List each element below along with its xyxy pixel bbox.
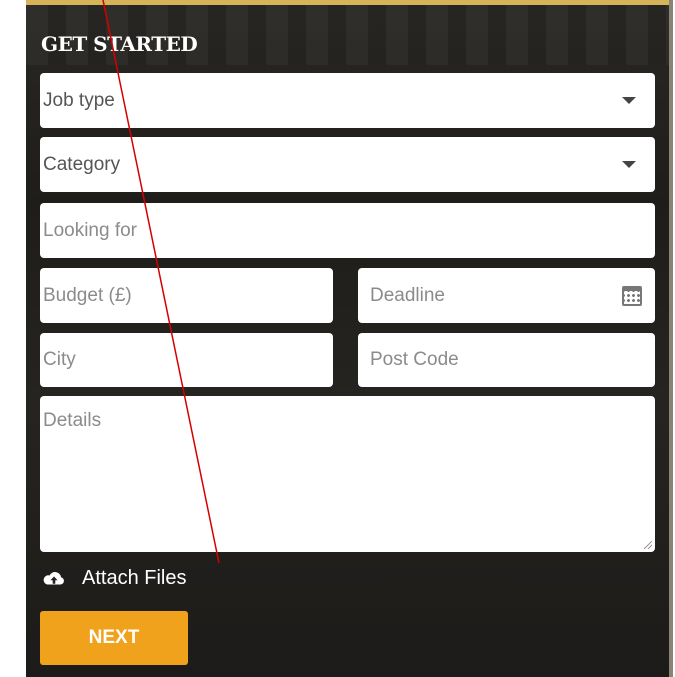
budget-input[interactable]: Budget (£): [40, 268, 333, 323]
panel-right-border: [669, 0, 673, 677]
attach-files-link[interactable]: Attach Files: [42, 567, 186, 590]
cloud-upload-icon: [43, 571, 64, 584]
details-textarea[interactable]: Details: [40, 396, 655, 552]
city-placeholder: City: [43, 349, 76, 370]
looking-for-input[interactable]: Looking for: [40, 203, 655, 258]
job-type-select[interactable]: Job type: [40, 73, 655, 128]
attach-files-label: Attach Files: [82, 567, 187, 589]
budget-placeholder: Budget (£): [43, 284, 132, 306]
category-select[interactable]: Category: [40, 137, 655, 192]
chevron-down-icon: [622, 97, 636, 104]
city-input[interactable]: City: [40, 333, 333, 387]
form-heading: GET STARTED: [41, 32, 198, 56]
looking-for-placeholder: Looking for: [43, 219, 138, 241]
post-code-placeholder: Post Code: [370, 349, 459, 370]
resize-handle-icon[interactable]: [644, 541, 652, 549]
job-type-value: Job type: [43, 89, 115, 111]
calendar-icon[interactable]: [622, 285, 642, 306]
category-value: Category: [43, 153, 121, 175]
get-started-panel: GET STARTED Job type Category Looking fo…: [26, 0, 673, 677]
post-code-input[interactable]: Post Code: [358, 333, 655, 387]
chevron-down-icon: [622, 161, 636, 168]
details-placeholder: Details: [43, 410, 102, 431]
next-button[interactable]: NEXT: [40, 611, 188, 665]
deadline-placeholder: Deadline: [370, 284, 445, 306]
deadline-input[interactable]: Deadline: [358, 268, 655, 323]
